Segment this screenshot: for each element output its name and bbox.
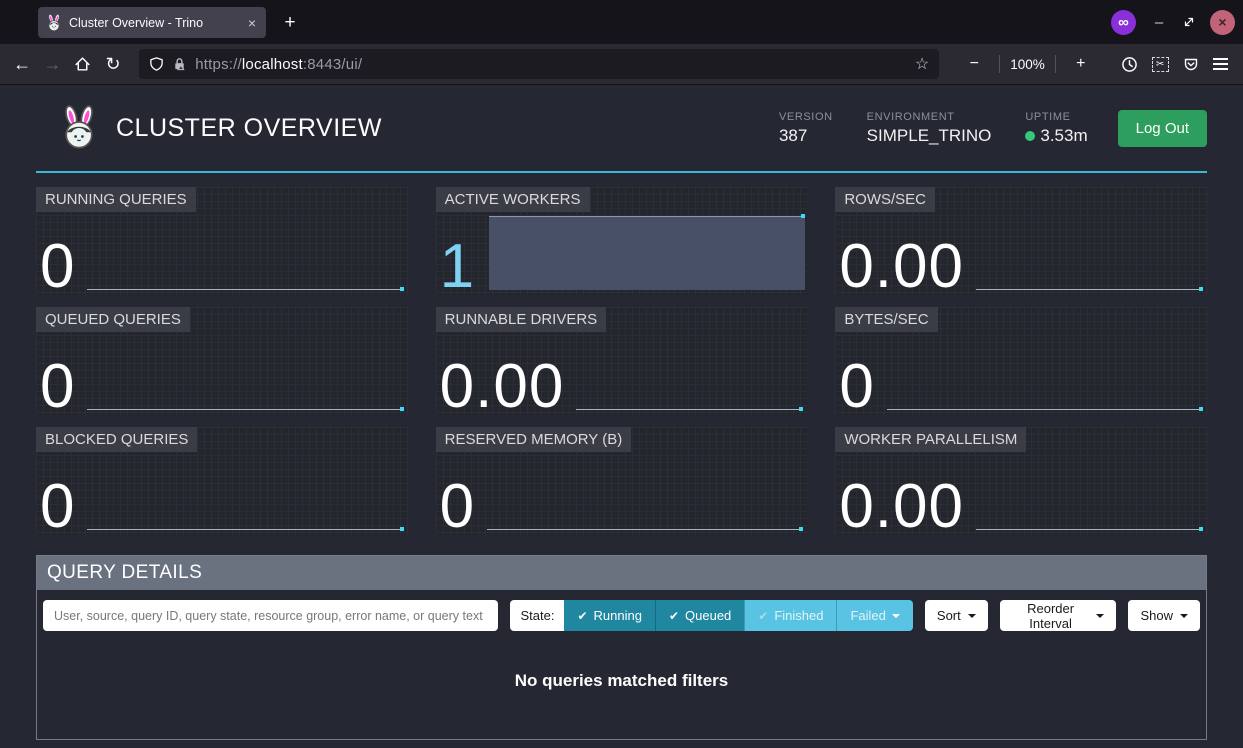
- version-block: VERSION 387: [779, 111, 833, 146]
- pocket-icon[interactable]: [1178, 49, 1202, 79]
- browser-tab-bar: Cluster Overview - Trino × + ∞ – ×: [0, 0, 1243, 44]
- forward-icon[interactable]: →: [40, 49, 64, 79]
- uptime-value: 3.53m: [1040, 126, 1087, 146]
- sparkline-chart: [976, 529, 1203, 530]
- browser-toolbar: ← → ↻ https://localhost:8443/ui/ ☆ − 100…: [0, 44, 1243, 85]
- sort-dropdown[interactable]: Sort: [925, 600, 988, 631]
- shield-icon[interactable]: [149, 56, 164, 72]
- show-dropdown[interactable]: Show: [1128, 600, 1200, 631]
- stat-card-rows-sec: ROWS/SEC 0.00: [835, 187, 1207, 295]
- query-filter-toolbar: State: ✔Running ✔Queued ✔Finished Failed…: [37, 590, 1206, 641]
- page-title: CLUSTER OVERVIEW: [116, 114, 779, 143]
- sparkline-chart: [87, 289, 403, 290]
- tab-title: Cluster Overview - Trino: [69, 16, 239, 30]
- stat-value: 0: [40, 238, 75, 295]
- home-icon[interactable]: [71, 49, 95, 79]
- stat-value: 0: [40, 358, 75, 415]
- window-restore-button[interactable]: [1182, 15, 1196, 29]
- url-text: https://localhost:8443/ui/: [195, 56, 907, 73]
- stat-card-runnable-drivers: RUNNABLE DRIVERS 0.00: [436, 307, 808, 415]
- sparkline-chart: [87, 409, 403, 410]
- state-filter-label: State:: [510, 600, 564, 631]
- tab-close-icon[interactable]: ×: [246, 15, 258, 31]
- stats-grid: RUNNING QUERIES 0 ACTIVE WORKERS 1 ROWS/…: [36, 187, 1207, 535]
- sparkline-chart: [887, 409, 1203, 410]
- check-icon: ✔: [669, 609, 679, 623]
- chevron-down-icon: [1180, 614, 1188, 622]
- stat-value: 0.00: [839, 478, 964, 535]
- environment-block: ENVIRONMENT SIMPLE_TRINO: [867, 111, 992, 146]
- chevron-down-icon: [968, 614, 976, 622]
- sparkline-area-chart: [489, 216, 805, 290]
- uptime-status-dot: [1025, 131, 1035, 141]
- chevron-down-icon: [892, 614, 900, 622]
- reload-icon[interactable]: ↻: [101, 49, 125, 79]
- state-filter-failed-dropdown[interactable]: Failed: [836, 600, 912, 631]
- empty-results-message: No queries matched filters: [37, 641, 1206, 739]
- stat-card-queued-queries: QUEUED QUERIES 0: [36, 307, 408, 415]
- stat-card-reserved-memory: RESERVED MEMORY (B) 0: [436, 427, 808, 535]
- sparkline-chart: [576, 409, 803, 410]
- logout-button[interactable]: Log Out: [1118, 110, 1207, 147]
- new-tab-button[interactable]: +: [276, 9, 304, 37]
- app-header: CLUSTER OVERVIEW VERSION 387 ENVIRONMENT…: [36, 85, 1207, 173]
- zoom-out-icon[interactable]: −: [959, 49, 989, 79]
- query-details-title: QUERY DETAILS: [37, 556, 1206, 590]
- divider: [999, 55, 1000, 73]
- window-close-button[interactable]: ×: [1210, 10, 1235, 35]
- sparkline-chart: [487, 529, 803, 530]
- state-filter-finished[interactable]: ✔Finished: [744, 600, 836, 631]
- stat-value: 1: [440, 238, 475, 295]
- environment-value: SIMPLE_TRINO: [867, 126, 992, 146]
- sparkline-chart: [87, 529, 403, 530]
- uptime-block: UPTIME 3.53m: [1025, 111, 1087, 146]
- back-icon[interactable]: ←: [10, 49, 34, 79]
- version-value: 387: [779, 126, 833, 146]
- stat-card-worker-parallelism: WORKER PARALLELISM 0.00: [835, 427, 1207, 535]
- stat-card-active-workers: ACTIVE WORKERS 1: [436, 187, 808, 295]
- reorder-interval-dropdown[interactable]: Reorder Interval: [1000, 600, 1117, 631]
- trino-cluster-overview-page: CLUSTER OVERVIEW VERSION 387 ENVIRONMENT…: [0, 85, 1243, 748]
- stat-value: 0.00: [440, 358, 565, 415]
- window-minimize-button[interactable]: –: [1150, 14, 1168, 31]
- trino-favicon: [46, 14, 62, 32]
- state-filter-queued[interactable]: ✔Queued: [655, 600, 744, 631]
- lock-warning-icon[interactable]: [172, 56, 187, 72]
- query-details-panel: QUERY DETAILS State: ✔Running ✔Queued ✔F…: [36, 555, 1207, 740]
- state-filter-running[interactable]: ✔Running: [564, 600, 655, 631]
- menu-icon[interactable]: [1209, 49, 1233, 79]
- url-bar[interactable]: https://localhost:8443/ui/ ☆: [139, 49, 939, 79]
- stat-value: 0: [839, 358, 874, 415]
- zoom-in-icon[interactable]: +: [1066, 49, 1096, 79]
- chevron-down-icon: [1096, 614, 1104, 622]
- zoom-level[interactable]: 100%: [1010, 57, 1045, 72]
- query-search-input[interactable]: [43, 600, 498, 631]
- check-icon: ✔: [758, 609, 768, 623]
- screenshot-icon[interactable]: ✂: [1148, 49, 1172, 79]
- trino-logo: [58, 105, 100, 151]
- stat-value: 0: [440, 478, 475, 535]
- browser-tab[interactable]: Cluster Overview - Trino ×: [38, 7, 266, 38]
- stat-value: 0.00: [839, 238, 964, 295]
- url-host: localhost: [242, 56, 303, 73]
- stat-card-blocked-queries: BLOCKED QUERIES 0: [36, 427, 408, 535]
- history-clock-icon[interactable]: [1118, 49, 1142, 79]
- check-icon: ✔: [577, 609, 587, 623]
- stat-card-bytes-sec: BYTES/SEC 0: [835, 307, 1207, 415]
- sparkline-chart: [976, 289, 1203, 290]
- bookmark-star-icon[interactable]: ☆: [915, 54, 929, 74]
- stat-value: 0: [40, 478, 75, 535]
- private-browsing-icon: ∞: [1111, 10, 1136, 35]
- divider: [1055, 55, 1056, 73]
- stat-card-running-queries: RUNNING QUERIES 0: [36, 187, 408, 295]
- state-filter-group: State: ✔Running ✔Queued ✔Finished Failed: [510, 600, 912, 631]
